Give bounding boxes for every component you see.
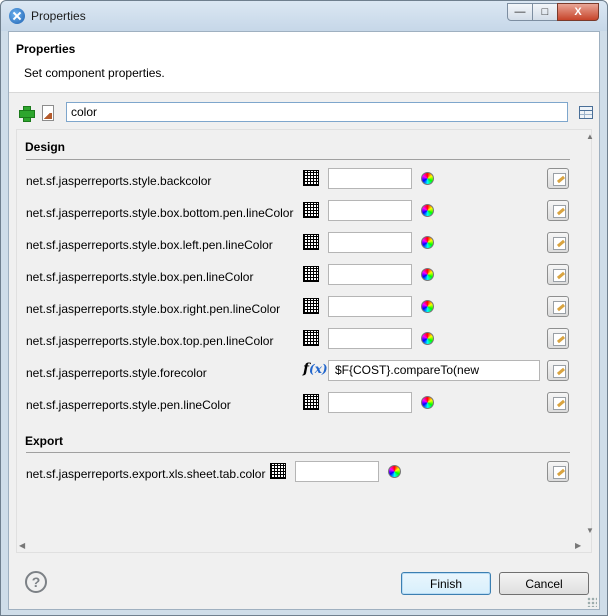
app-icon bbox=[9, 8, 25, 24]
expression-value-field[interactable]: $F{COST}.compareTo(new bbox=[328, 360, 540, 381]
color-wheel-icon[interactable] bbox=[421, 332, 434, 345]
color-wheel-icon[interactable] bbox=[388, 465, 401, 478]
color-value-field[interactable] bbox=[328, 168, 412, 189]
edit-property-button[interactable] bbox=[547, 200, 569, 221]
edit-property-button[interactable] bbox=[547, 461, 569, 482]
section-title-design: Design bbox=[25, 140, 66, 154]
scroll-left-icon[interactable]: ◀ bbox=[19, 541, 25, 550]
maximize-button[interactable]: □ bbox=[532, 3, 558, 21]
color-grid-icon[interactable] bbox=[303, 170, 319, 186]
dialog-body: Properties Set component properties. Des… bbox=[8, 31, 600, 610]
color-value-field[interactable] bbox=[328, 392, 412, 413]
color-wheel-icon[interactable] bbox=[421, 236, 434, 249]
color-wheel-icon[interactable] bbox=[421, 172, 434, 185]
expression-icon[interactable]: f(x) bbox=[303, 361, 328, 377]
color-value-field[interactable] bbox=[328, 200, 412, 221]
color-value-field[interactable] bbox=[295, 461, 379, 482]
section-divider bbox=[26, 159, 570, 160]
image-properties-icon[interactable] bbox=[42, 105, 54, 121]
color-grid-icon[interactable] bbox=[270, 463, 286, 479]
title-bar[interactable]: Properties — □ X bbox=[1, 1, 607, 31]
finish-button[interactable]: Finish bbox=[401, 572, 491, 595]
help-icon[interactable]: ? bbox=[25, 571, 47, 593]
color-grid-icon[interactable] bbox=[303, 234, 319, 250]
color-grid-icon[interactable] bbox=[303, 298, 319, 314]
edit-property-button[interactable] bbox=[547, 264, 569, 285]
scroll-up-icon[interactable]: ▲ bbox=[586, 132, 594, 141]
properties-dialog: Properties — □ X Properties Set componen… bbox=[0, 0, 608, 616]
edit-property-button[interactable] bbox=[547, 328, 569, 349]
color-wheel-icon[interactable] bbox=[421, 396, 434, 409]
property-label: net.sf.jasperreports.style.backcolor bbox=[26, 174, 212, 188]
scroll-down-icon[interactable]: ▼ bbox=[586, 526, 594, 535]
edit-property-button[interactable] bbox=[547, 360, 569, 381]
color-grid-icon[interactable] bbox=[303, 394, 319, 410]
property-filter-input[interactable] bbox=[66, 102, 568, 122]
property-label: net.sf.jasperreports.style.box.top.pen.l… bbox=[26, 334, 274, 348]
vertical-scrollbar[interactable]: ▲ ▼ bbox=[586, 130, 594, 540]
edit-property-button[interactable] bbox=[547, 232, 569, 253]
header-description: Set component properties. bbox=[24, 66, 165, 80]
edit-property-button[interactable] bbox=[547, 296, 569, 317]
add-property-icon[interactable] bbox=[19, 106, 35, 122]
dialog-header: Properties Set component properties. bbox=[9, 32, 599, 93]
scroll-right-icon[interactable]: ▶ bbox=[575, 541, 581, 550]
horizontal-scrollbar[interactable]: ◀ ▶ bbox=[17, 540, 586, 553]
property-label: net.sf.jasperreports.style.box.right.pen… bbox=[26, 302, 281, 316]
section-divider bbox=[26, 452, 570, 453]
close-button[interactable]: X bbox=[557, 3, 599, 21]
property-label: net.sf.jasperreports.style.box.pen.lineC… bbox=[26, 270, 254, 284]
section-title-export: Export bbox=[25, 434, 64, 448]
color-grid-icon[interactable] bbox=[303, 266, 319, 282]
color-value-field[interactable] bbox=[328, 328, 412, 349]
color-wheel-icon[interactable] bbox=[421, 268, 434, 281]
property-label: net.sf.jasperreports.style.box.left.pen.… bbox=[26, 238, 273, 252]
resize-grip[interactable] bbox=[587, 597, 597, 607]
color-value-field[interactable] bbox=[328, 264, 412, 285]
property-label: net.sf.jasperreports.style.box.bottom.pe… bbox=[26, 206, 294, 220]
color-value-field[interactable] bbox=[328, 296, 412, 317]
window-title: Properties bbox=[31, 9, 86, 23]
color-grid-icon[interactable] bbox=[303, 202, 319, 218]
edit-property-button[interactable] bbox=[547, 392, 569, 413]
color-wheel-icon[interactable] bbox=[421, 204, 434, 217]
header-title: Properties bbox=[16, 42, 76, 56]
edit-property-button[interactable] bbox=[547, 168, 569, 189]
property-label: net.sf.jasperreports.style.pen.lineColor bbox=[26, 398, 231, 412]
cancel-button[interactable]: Cancel bbox=[499, 572, 589, 595]
minimize-button[interactable]: — bbox=[507, 3, 533, 21]
color-value-field[interactable] bbox=[328, 232, 412, 253]
properties-panel: Design net.sf.jasperreports.style.backco… bbox=[16, 129, 594, 553]
color-grid-icon[interactable] bbox=[303, 330, 319, 346]
property-label: net.sf.jasperreports.style.forecolor bbox=[26, 366, 207, 380]
property-label: net.sf.jasperreports.export.xls.sheet.ta… bbox=[26, 467, 266, 481]
table-view-icon[interactable] bbox=[579, 106, 593, 119]
color-wheel-icon[interactable] bbox=[421, 300, 434, 313]
